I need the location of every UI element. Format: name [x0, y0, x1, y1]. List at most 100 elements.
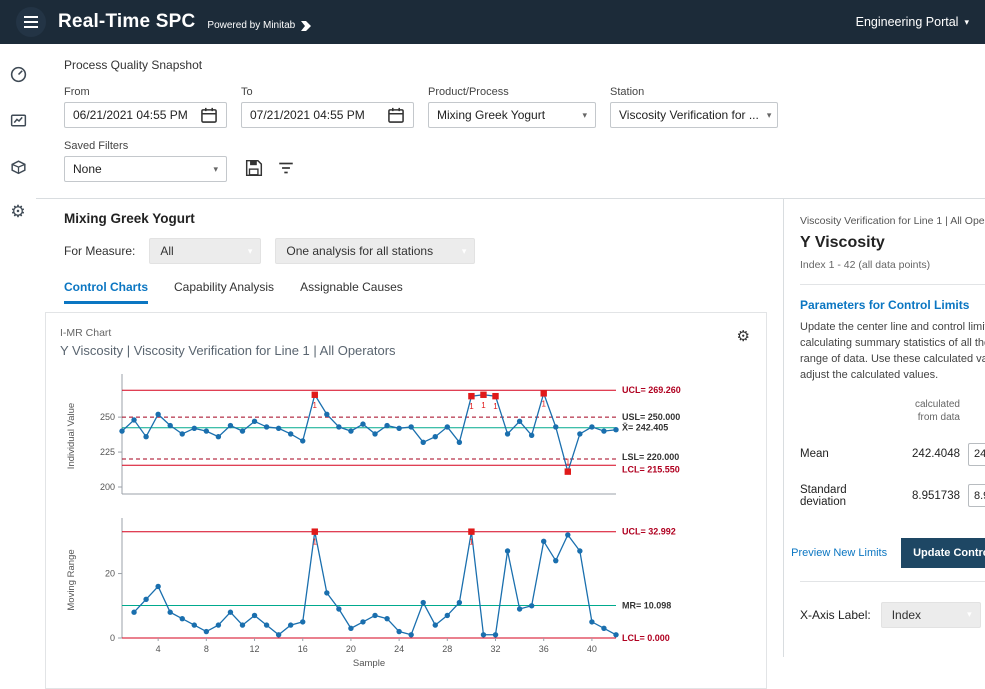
- filter-icon[interactable]: [277, 159, 295, 177]
- svg-text:1: 1: [566, 458, 571, 467]
- svg-text:24: 24: [394, 644, 404, 654]
- svg-text:12: 12: [250, 644, 260, 654]
- saved-filters-field: Saved Filters None ▾: [64, 140, 227, 182]
- divider: [800, 284, 985, 285]
- svg-text:Moving Range: Moving Range: [66, 549, 77, 610]
- svg-text:LCL= 0.000: LCL= 0.000: [622, 633, 670, 643]
- chart-type-label: I-MR Chart: [60, 327, 752, 339]
- svg-text:1: 1: [469, 402, 474, 411]
- tab-capability-analysis[interactable]: Capability Analysis: [174, 280, 274, 304]
- saved-filters-label: Saved Filters: [64, 140, 227, 152]
- product-select-value: Mixing Greek Yogurt: [437, 108, 545, 122]
- calculated-from-data-header: calculated from data: [900, 398, 960, 425]
- to-date-input[interactable]: 07/21/2021 04:55 PM: [241, 102, 414, 128]
- params-section-title: Parameters for Control Limits: [800, 298, 985, 312]
- stdev-calculated-value: 8.951738: [900, 490, 960, 502]
- svg-text:UCL= 269.260: UCL= 269.260: [622, 385, 681, 395]
- powered-by-label: Powered by Minitab: [207, 20, 295, 31]
- from-field: From 06/21/2021 04:55 PM: [64, 86, 227, 128]
- station-label: Station: [610, 86, 778, 98]
- moving-range-chart: 020Moving RangeUCL= 32.992MR= 10.098LCL=…: [60, 514, 754, 674]
- portal-menu-label: Engineering Portal: [856, 15, 959, 29]
- stdev-label: Standard deviation: [800, 484, 892, 508]
- svg-text:USL= 250.000: USL= 250.000: [622, 412, 680, 422]
- svg-text:Sample: Sample: [353, 658, 385, 669]
- x-axis-label: X-Axis Label:: [800, 608, 871, 622]
- analysis-title: Mixing Greek Yogurt: [64, 211, 767, 226]
- app-header: Real-Time SPC Powered by Minitab Enginee…: [0, 0, 985, 44]
- tab-control-charts[interactable]: Control Charts: [64, 280, 148, 304]
- chart-image-icon[interactable]: [8, 110, 28, 130]
- mean-input[interactable]: [968, 443, 985, 466]
- svg-text:36: 36: [539, 644, 549, 654]
- from-label: From: [64, 86, 227, 98]
- from-date-value: 06/21/2021 04:55 PM: [73, 108, 188, 122]
- save-icon[interactable]: [245, 159, 263, 177]
- station-select[interactable]: Viscosity Verification for ... ▾: [610, 102, 778, 128]
- minitab-logo-icon: [300, 20, 312, 32]
- svg-text:1: 1: [493, 402, 498, 411]
- main-panel: Mixing Greek Yogurt For Measure: All ▾ O…: [36, 199, 783, 657]
- right-panel: Viscosity Verification for Line 1 | All …: [783, 199, 985, 657]
- panel-title: Y Viscosity: [800, 234, 985, 252]
- svg-text:8: 8: [204, 644, 209, 654]
- calc-grid: calculated from data Mean 242.4048 Stand…: [800, 398, 985, 508]
- mean-calculated-value: 242.4048: [900, 448, 960, 460]
- divider: [800, 581, 985, 582]
- svg-text:250: 250: [100, 412, 115, 422]
- svg-text:LSL= 220.000: LSL= 220.000: [622, 452, 679, 462]
- chevron-down-icon: ▾: [964, 17, 969, 28]
- svg-text:1: 1: [469, 538, 474, 547]
- chart-settings-gear-icon[interactable]: ⚙: [737, 327, 750, 345]
- stdev-input[interactable]: [968, 484, 985, 507]
- panel-range-note: Index 1 - 42 (all data points): [800, 259, 985, 271]
- product-select[interactable]: Mixing Greek Yogurt ▾: [428, 102, 596, 128]
- chart-title: Y Viscosity | Viscosity Verification for…: [60, 343, 752, 358]
- svg-text:X̄= 242.405: X̄= 242.405: [622, 423, 668, 433]
- update-control-limits-button[interactable]: Update Control Limits: [901, 538, 985, 568]
- chevron-down-icon: ▾: [213, 164, 218, 175]
- svg-text:Individual Value: Individual Value: [66, 403, 77, 469]
- to-date-value: 07/21/2021 04:55 PM: [250, 108, 365, 122]
- hamburger-menu-icon[interactable]: [16, 7, 46, 37]
- portal-menu[interactable]: Engineering Portal ▾: [856, 15, 969, 29]
- calendar-icon[interactable]: [200, 106, 218, 124]
- chevron-down-icon: ▾: [967, 609, 972, 620]
- x-axis-select[interactable]: Index ▾: [881, 602, 981, 628]
- powered-by: Powered by Minitab: [207, 20, 312, 32]
- svg-text:200: 200: [100, 482, 115, 492]
- svg-text:1: 1: [313, 538, 318, 547]
- to-label: To: [241, 86, 414, 98]
- chevron-down-icon: ▾: [582, 110, 587, 121]
- analysis-tabs: Control Charts Capability Analysis Assig…: [64, 280, 767, 304]
- params-description: Update the center line and control limit…: [800, 320, 985, 384]
- chevron-down-icon: ▾: [767, 110, 772, 121]
- analysis-scope-select[interactable]: One analysis for all stations ▾: [275, 238, 475, 264]
- svg-text:1: 1: [313, 401, 318, 410]
- svg-text:1: 1: [481, 401, 486, 410]
- gear-icon[interactable]: ⚙: [8, 202, 28, 222]
- individuals-chart: 200 225 250 Individual Value UCL= 269.260 USL…: [60, 370, 754, 502]
- from-date-input[interactable]: 06/21/2021 04:55 PM: [64, 102, 227, 128]
- saved-filters-value: None: [73, 162, 102, 176]
- calendar-icon[interactable]: [387, 106, 405, 124]
- product-label: Product/Process: [428, 86, 596, 98]
- svg-text:225: 225: [100, 447, 115, 457]
- product-field: Product/Process Mixing Greek Yogurt ▾: [428, 86, 596, 128]
- svg-text:1: 1: [541, 399, 546, 408]
- svg-text:4: 4: [156, 644, 161, 654]
- station-field: Station Viscosity Verification for ... ▾: [610, 86, 778, 128]
- svg-text:28: 28: [442, 644, 452, 654]
- x-axis-select-value: Index: [892, 608, 921, 622]
- preview-new-limits-link[interactable]: Preview New Limits: [791, 547, 887, 559]
- left-sidebar: ⚙: [0, 44, 36, 657]
- filters-section: Process Quality Snapshot From 06/21/2021…: [36, 44, 985, 199]
- measure-select-value: All: [160, 244, 173, 258]
- chart-card: I-MR Chart Y Viscosity | Viscosity Verif…: [45, 312, 767, 689]
- tab-assignable-causes[interactable]: Assignable Causes: [300, 280, 403, 304]
- measure-select[interactable]: All ▾: [149, 238, 261, 264]
- svg-text:UCL= 32.992: UCL= 32.992: [622, 527, 676, 537]
- gauge-icon[interactable]: [8, 64, 28, 84]
- box-icon[interactable]: [8, 156, 28, 176]
- saved-filters-select[interactable]: None ▾: [64, 156, 227, 182]
